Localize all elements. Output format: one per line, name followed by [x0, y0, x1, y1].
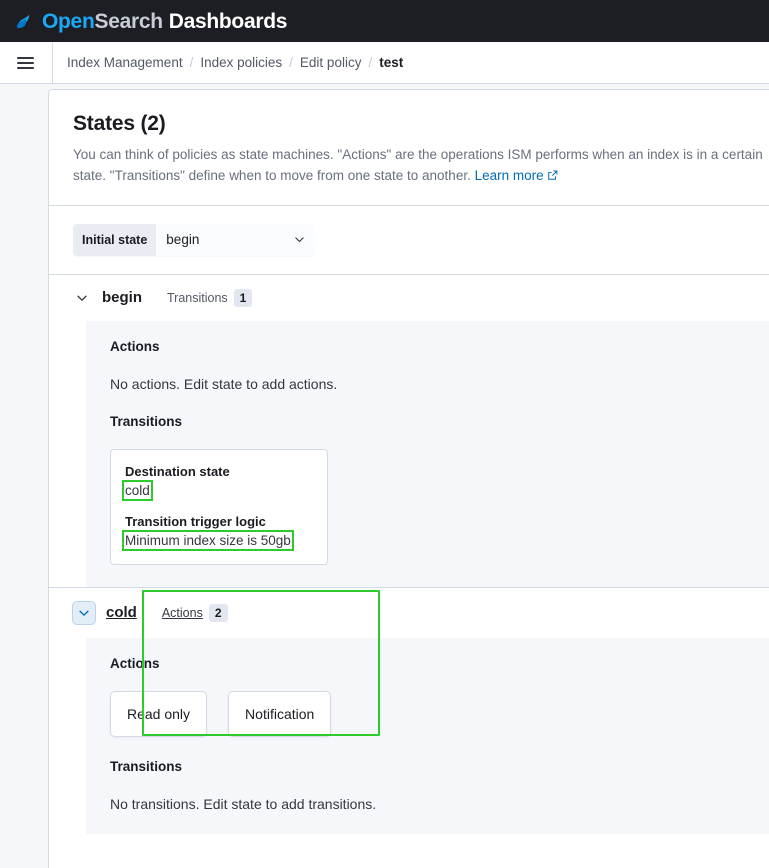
breadcrumb-item-index-policies[interactable]: Index policies: [200, 55, 282, 70]
breadcrumb-item-index-management[interactable]: Index Management: [67, 55, 183, 70]
chevron-down-icon: [293, 233, 306, 246]
description-line-2: "Transitions" define when to move from o…: [110, 168, 471, 183]
breadcrumb-separator: /: [368, 55, 372, 70]
learn-more-label: Learn more: [475, 168, 544, 183]
breadcrumb-item-edit-policy[interactable]: Edit policy: [300, 55, 362, 70]
state-begin: begin Transitions 1 Actions No actions. …: [49, 275, 769, 587]
breadcrumb: Index Management / Index policies / Edit…: [67, 55, 403, 70]
state-begin-name: begin: [102, 289, 142, 306]
breadcrumb-separator: /: [190, 55, 194, 70]
learn-more-link[interactable]: Learn more: [475, 168, 558, 183]
brand-open: Open: [42, 10, 94, 33]
destination-state-label: Destination state: [125, 464, 313, 479]
breadcrumb-bar: Index Management / Index policies / Edit…: [0, 42, 769, 84]
app-header: OpenSearch Dashboards: [0, 0, 769, 42]
state-begin-body: Actions No actions. Edit state to add ac…: [86, 321, 769, 587]
destination-state-block: Destination state cold: [125, 464, 313, 498]
state-begin-meta: Transitions 1: [167, 289, 252, 307]
action-button-read-only[interactable]: Read only: [110, 691, 207, 737]
initial-state-select[interactable]: begin: [156, 224, 315, 256]
initial-state-label: Initial state: [73, 224, 156, 256]
page-body: States (2) You can think of policies as …: [0, 84, 769, 868]
state-cold-toggle[interactable]: [73, 602, 95, 624]
opensearch-logo[interactable]: OpenSearch Dashboards: [10, 8, 287, 34]
opensearch-swoosh-icon: [10, 8, 36, 34]
brand-dashboards: Dashboards: [169, 10, 287, 33]
states-panel-header: States (2) You can think of policies as …: [49, 90, 769, 205]
action-buttons-row: Read only Notification: [110, 691, 764, 737]
breadcrumb-item-test: test: [379, 55, 403, 70]
transition-trigger-value: Minimum index size is 50gb: [125, 533, 291, 548]
chevron-down-icon: [77, 606, 91, 620]
destination-state-value: cold: [125, 483, 150, 498]
states-panel: States (2) You can think of policies as …: [48, 89, 769, 868]
initial-state-control[interactable]: Initial state begin: [73, 224, 315, 256]
transition-trigger-label: Transition trigger logic: [125, 514, 313, 529]
state-begin-meta-label: Transitions: [167, 291, 228, 305]
state-begin-meta-count: 1: [234, 289, 253, 307]
actions-heading: Actions: [110, 656, 764, 671]
initial-state-row: Initial state begin: [49, 206, 769, 274]
state-cold-meta: Actions 2: [162, 604, 228, 622]
header-divider: [52, 42, 53, 84]
state-cold-meta-count: 2: [209, 604, 228, 622]
state-cold-name[interactable]: cold: [106, 604, 137, 621]
page-title: States (2): [73, 112, 764, 136]
action-button-notification[interactable]: Notification: [228, 691, 331, 737]
transitions-heading: Transitions: [110, 414, 764, 429]
transitions-heading: Transitions: [110, 759, 764, 774]
external-link-icon: [547, 170, 558, 181]
actions-heading: Actions: [110, 339, 764, 354]
breadcrumb-separator: /: [289, 55, 293, 70]
hamburger-menu-icon[interactable]: [6, 57, 44, 69]
brand-search: Search: [94, 10, 162, 33]
transition-trigger-block: Transition trigger logic Minimum index s…: [125, 514, 313, 548]
state-cold-body: Actions Read only Notification Transitio…: [86, 638, 769, 834]
transition-card: Destination state cold Transition trigge…: [110, 449, 328, 565]
state-cold: cold Actions 2 Actions Read only Notific…: [49, 588, 769, 834]
initial-state-value: begin: [166, 232, 199, 247]
transitions-empty-text: No transitions. Edit state to add transi…: [110, 796, 764, 812]
chevron-down-icon: [75, 291, 89, 305]
actions-empty-text: No actions. Edit state to add actions.: [110, 376, 764, 392]
state-begin-header[interactable]: begin Transitions 1: [49, 275, 769, 321]
state-cold-meta-label[interactable]: Actions: [162, 606, 203, 620]
states-panel-description: You can think of policies as state machi…: [73, 145, 764, 187]
state-begin-toggle[interactable]: [73, 289, 91, 307]
state-cold-header[interactable]: cold Actions 2: [49, 588, 769, 638]
